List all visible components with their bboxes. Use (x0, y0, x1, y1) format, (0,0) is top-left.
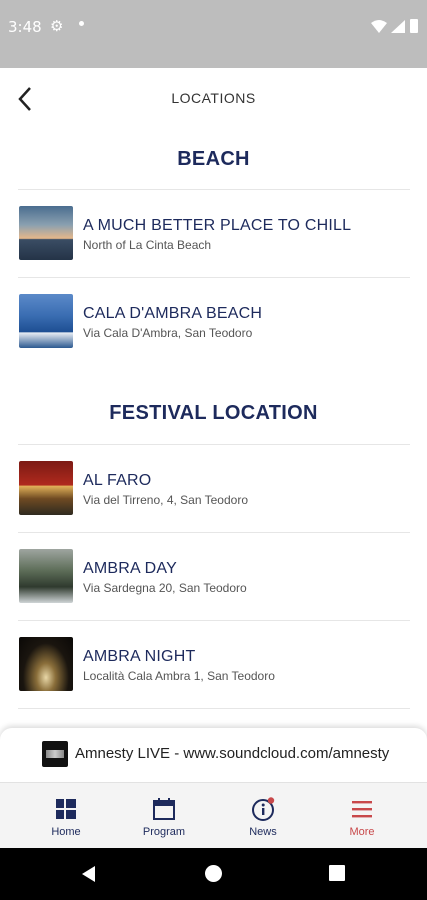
calendar-icon (153, 798, 175, 820)
home-circle-icon[interactable] (205, 865, 222, 882)
nav-label: Program (142, 826, 186, 838)
location-address: North of La Cinta Beach (83, 238, 212, 252)
bottom-nav: Home Program News More (0, 782, 427, 848)
notification-dot-icon (79, 21, 84, 26)
wifi-icon (371, 20, 387, 33)
menu-icon (352, 801, 372, 818)
list-item[interactable]: AL FARO Via del Tirreno, 4, San Teodoro (18, 445, 410, 532)
page-title: LOCATIONS (171, 90, 256, 106)
list-item[interactable]: AMBRA DAY Via Sardegna 20, San Teodoro (18, 533, 410, 620)
grid-icon (56, 799, 76, 819)
section-title-festival-location: FESTIVAL LOCATION (109, 402, 318, 424)
nav-item-program[interactable]: Program (124, 783, 204, 849)
location-name: CALA D'AMBRA BEACH (83, 305, 263, 322)
signal-icon (391, 20, 405, 33)
nav-item-news[interactable]: News (223, 783, 303, 849)
info-icon (252, 797, 275, 821)
location-name: AMBRA NIGHT (83, 648, 196, 665)
track-artwork (42, 741, 68, 767)
location-name: AMBRA DAY (83, 560, 177, 577)
location-thumbnail (19, 294, 73, 348)
mini-player[interactable]: Amnesty LIVE - www.soundcloud.com/amnest… (0, 728, 427, 782)
divider (18, 708, 410, 709)
location-address: Via Cala D'Ambra, San Teodoro (83, 326, 253, 340)
status-time: 3:48 (8, 18, 42, 36)
location-name: A MUCH BETTER PLACE TO CHILL (83, 217, 352, 234)
location-address: Via Sardegna 20, San Teodoro (83, 581, 247, 595)
status-bar: 3:48 ⚙ (0, 0, 427, 68)
nav-label: Home (51, 826, 81, 838)
nav-item-more[interactable]: More (322, 783, 402, 849)
track-title: Amnesty LIVE - www.soundcloud.com/amnest… (75, 745, 390, 762)
location-address: Località Cala Ambra 1, San Teodoro (83, 669, 275, 683)
location-thumbnail (19, 549, 73, 603)
list-item[interactable]: CALA D'AMBRA BEACH Via Cala D'Ambra, San… (18, 278, 410, 365)
section-title-beach: BEACH (177, 148, 250, 170)
battery-icon (410, 19, 418, 33)
back-triangle-icon[interactable] (82, 866, 95, 882)
location-thumbnail (19, 637, 73, 691)
list-item[interactable]: A MUCH BETTER PLACE TO CHILL North of La… (18, 190, 410, 277)
list-item[interactable]: AMBRA NIGHT Località Cala Ambra 1, San T… (18, 621, 410, 708)
location-address: Via del Tirreno, 4, San Teodoro (83, 493, 248, 507)
nav-label: News (249, 826, 277, 838)
nav-item-home[interactable]: Home (26, 783, 106, 849)
location-thumbnail (19, 206, 73, 260)
recents-square-icon[interactable] (329, 865, 345, 881)
app-header: LOCATIONS (0, 68, 427, 130)
location-name: AL FARO (83, 472, 152, 489)
system-nav-bar (0, 848, 427, 900)
nav-label: More (349, 826, 375, 838)
gear-icon: ⚙ (50, 18, 64, 35)
location-thumbnail (19, 461, 73, 515)
